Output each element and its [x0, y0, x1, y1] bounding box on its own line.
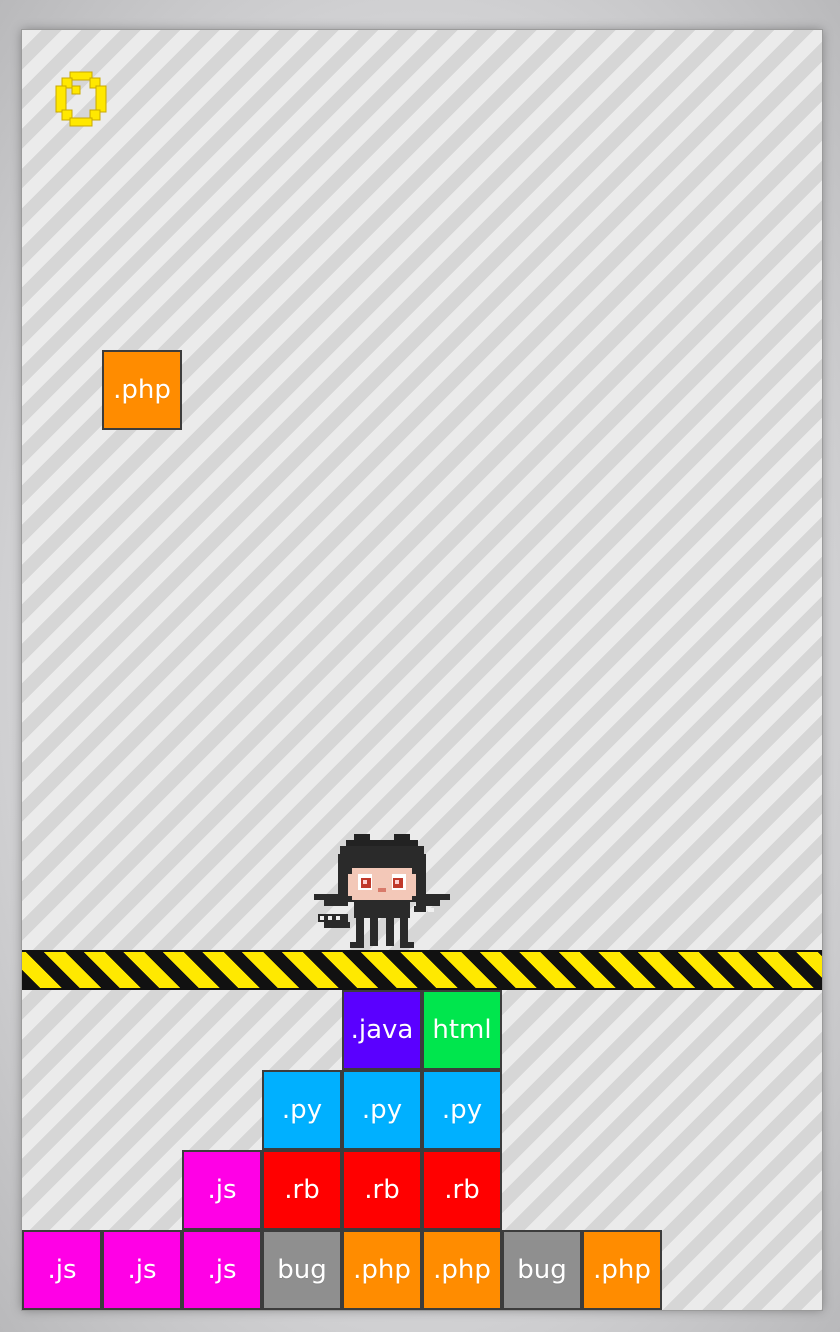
stacked-block: .rb: [262, 1150, 342, 1230]
stacked-block: html: [422, 990, 502, 1070]
score-digit-zero-icon: [55, 71, 107, 127]
octocat-icon: [314, 834, 450, 948]
stacked-block: bug: [502, 1230, 582, 1310]
stacked-block-label: bug: [277, 1255, 327, 1285]
score-counter: 0: [52, 70, 110, 128]
stacked-block-label: .py: [361, 1095, 403, 1125]
stacked-block-label: .php: [353, 1255, 411, 1285]
stacked-block-label: .js: [207, 1255, 237, 1285]
game-board[interactable]: 0 .php: [21, 29, 823, 1311]
stacked-block-label: .js: [47, 1255, 77, 1285]
stacked-block-label: html: [432, 1015, 492, 1045]
stacked-block: .java: [342, 990, 422, 1070]
stacked-block-label: .js: [127, 1255, 157, 1285]
stacked-block-label: .js: [207, 1175, 237, 1205]
stacked-block-label: .py: [441, 1095, 483, 1125]
stacked-block-label: .java: [350, 1015, 414, 1045]
stacked-block-label: .php: [593, 1255, 651, 1285]
game-frame: 0 .php: [0, 0, 840, 1332]
stacked-block: .js: [102, 1230, 182, 1310]
stacked-block-label: .rb: [364, 1175, 400, 1205]
stacked-block-label: .py: [281, 1095, 323, 1125]
hazard-line: [22, 950, 822, 990]
stacked-block: .py: [422, 1070, 502, 1150]
stacked-block-label: .rb: [444, 1175, 480, 1205]
stacked-block: .js: [182, 1150, 262, 1230]
stacked-block: .rb: [422, 1150, 502, 1230]
stacked-block: .php: [342, 1230, 422, 1310]
stacked-block: .php: [422, 1230, 502, 1310]
player-character: [310, 830, 454, 950]
falling-block: .php: [102, 350, 182, 430]
stacked-block: .py: [262, 1070, 342, 1150]
stacked-block: bug: [262, 1230, 342, 1310]
stacked-block-label: bug: [517, 1255, 567, 1285]
stacked-block: .js: [22, 1230, 102, 1310]
falling-block-label: .php: [113, 375, 171, 405]
stacked-block: .php: [582, 1230, 662, 1310]
stacked-block: .py: [342, 1070, 422, 1150]
stacked-block: .rb: [342, 1150, 422, 1230]
stacked-block-label: .php: [433, 1255, 491, 1285]
stacked-block: .js: [182, 1230, 262, 1310]
stacked-block-label: .rb: [284, 1175, 320, 1205]
